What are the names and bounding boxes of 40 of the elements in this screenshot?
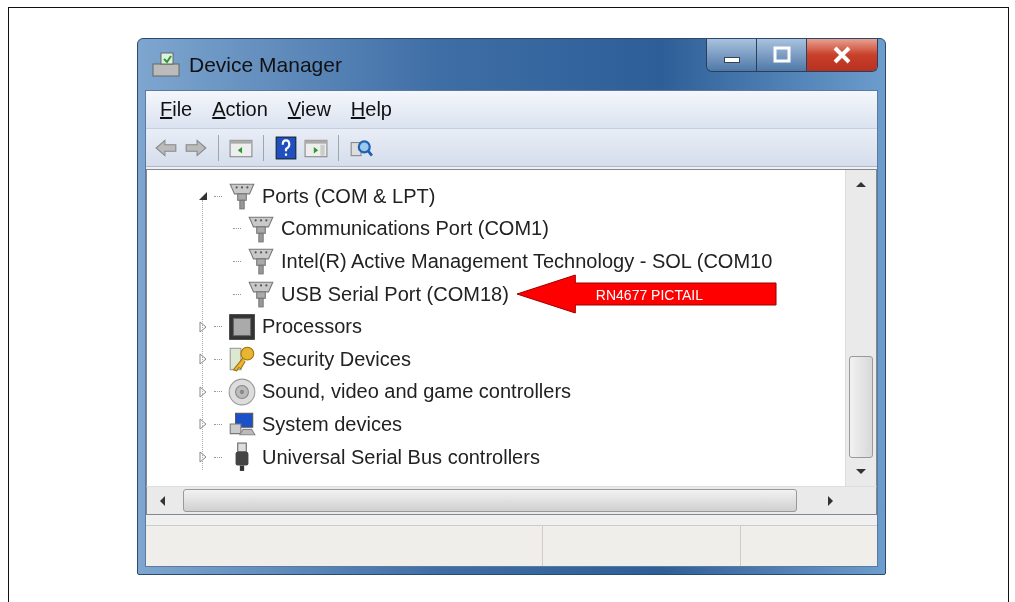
collapsed-triangle-icon[interactable]	[197, 418, 209, 431]
tree-item[interactable]: Processors	[262, 315, 363, 339]
collapsed-triangle-icon[interactable]	[197, 451, 209, 464]
tree-item[interactable]: USB Serial Port (COM18)	[281, 282, 509, 306]
serial-port-icon	[227, 181, 257, 212]
help-icon[interactable]	[274, 135, 298, 160]
menu-item[interactable]: Help	[344, 96, 398, 123]
close-button[interactable]	[807, 39, 877, 71]
tree-item[interactable]: Communications Port (COM1)	[281, 217, 549, 241]
scroll-left-icon[interactable]	[159, 495, 165, 506]
menu-item[interactable]: Action	[206, 96, 274, 123]
device-manager-icon	[151, 49, 181, 80]
collapsed-triangle-icon[interactable]	[197, 385, 209, 398]
tree-item[interactable]: Security Devices	[262, 347, 411, 371]
collapsed-triangle-icon[interactable]	[197, 320, 209, 333]
menu-item[interactable]: File	[154, 96, 199, 123]
minimize-icon	[723, 57, 740, 63]
tree-item[interactable]: Sound, video and game controllers	[262, 380, 572, 404]
scroll-down-icon[interactable]	[856, 469, 866, 475]
processor-icon	[227, 311, 257, 342]
tree-item[interactable]: Ports (COM & LPT)	[262, 184, 436, 208]
window-title: Device Manager	[189, 52, 342, 77]
maximize-button[interactable]	[757, 39, 807, 71]
vertical-scrollbar[interactable]	[845, 170, 876, 486]
collapsed-triangle-icon[interactable]	[197, 353, 209, 366]
tree-item[interactable]: Intel(R) Active Management Technology - SOL (COM10	[281, 250, 773, 273]
horizontal-scrollbar[interactable]	[146, 486, 877, 515]
minimize-button[interactable]	[707, 39, 757, 71]
scroll-right-icon[interactable]	[828, 495, 834, 506]
speaker-icon	[227, 376, 257, 407]
tree-item[interactable]: System devices	[262, 412, 403, 436]
serial-port-icon	[246, 246, 276, 277]
expanded-triangle-icon[interactable]	[197, 190, 209, 203]
tree-item[interactable]: Universal Serial Bus controllers	[262, 445, 540, 469]
callout-label: RN4677 PICTAIL	[595, 287, 703, 304]
close-icon	[831, 44, 853, 66]
scroll-up-icon[interactable]	[856, 181, 866, 187]
menu-item[interactable]: View	[281, 96, 337, 123]
maximize-icon	[771, 45, 792, 65]
serial-port-icon	[246, 279, 276, 310]
